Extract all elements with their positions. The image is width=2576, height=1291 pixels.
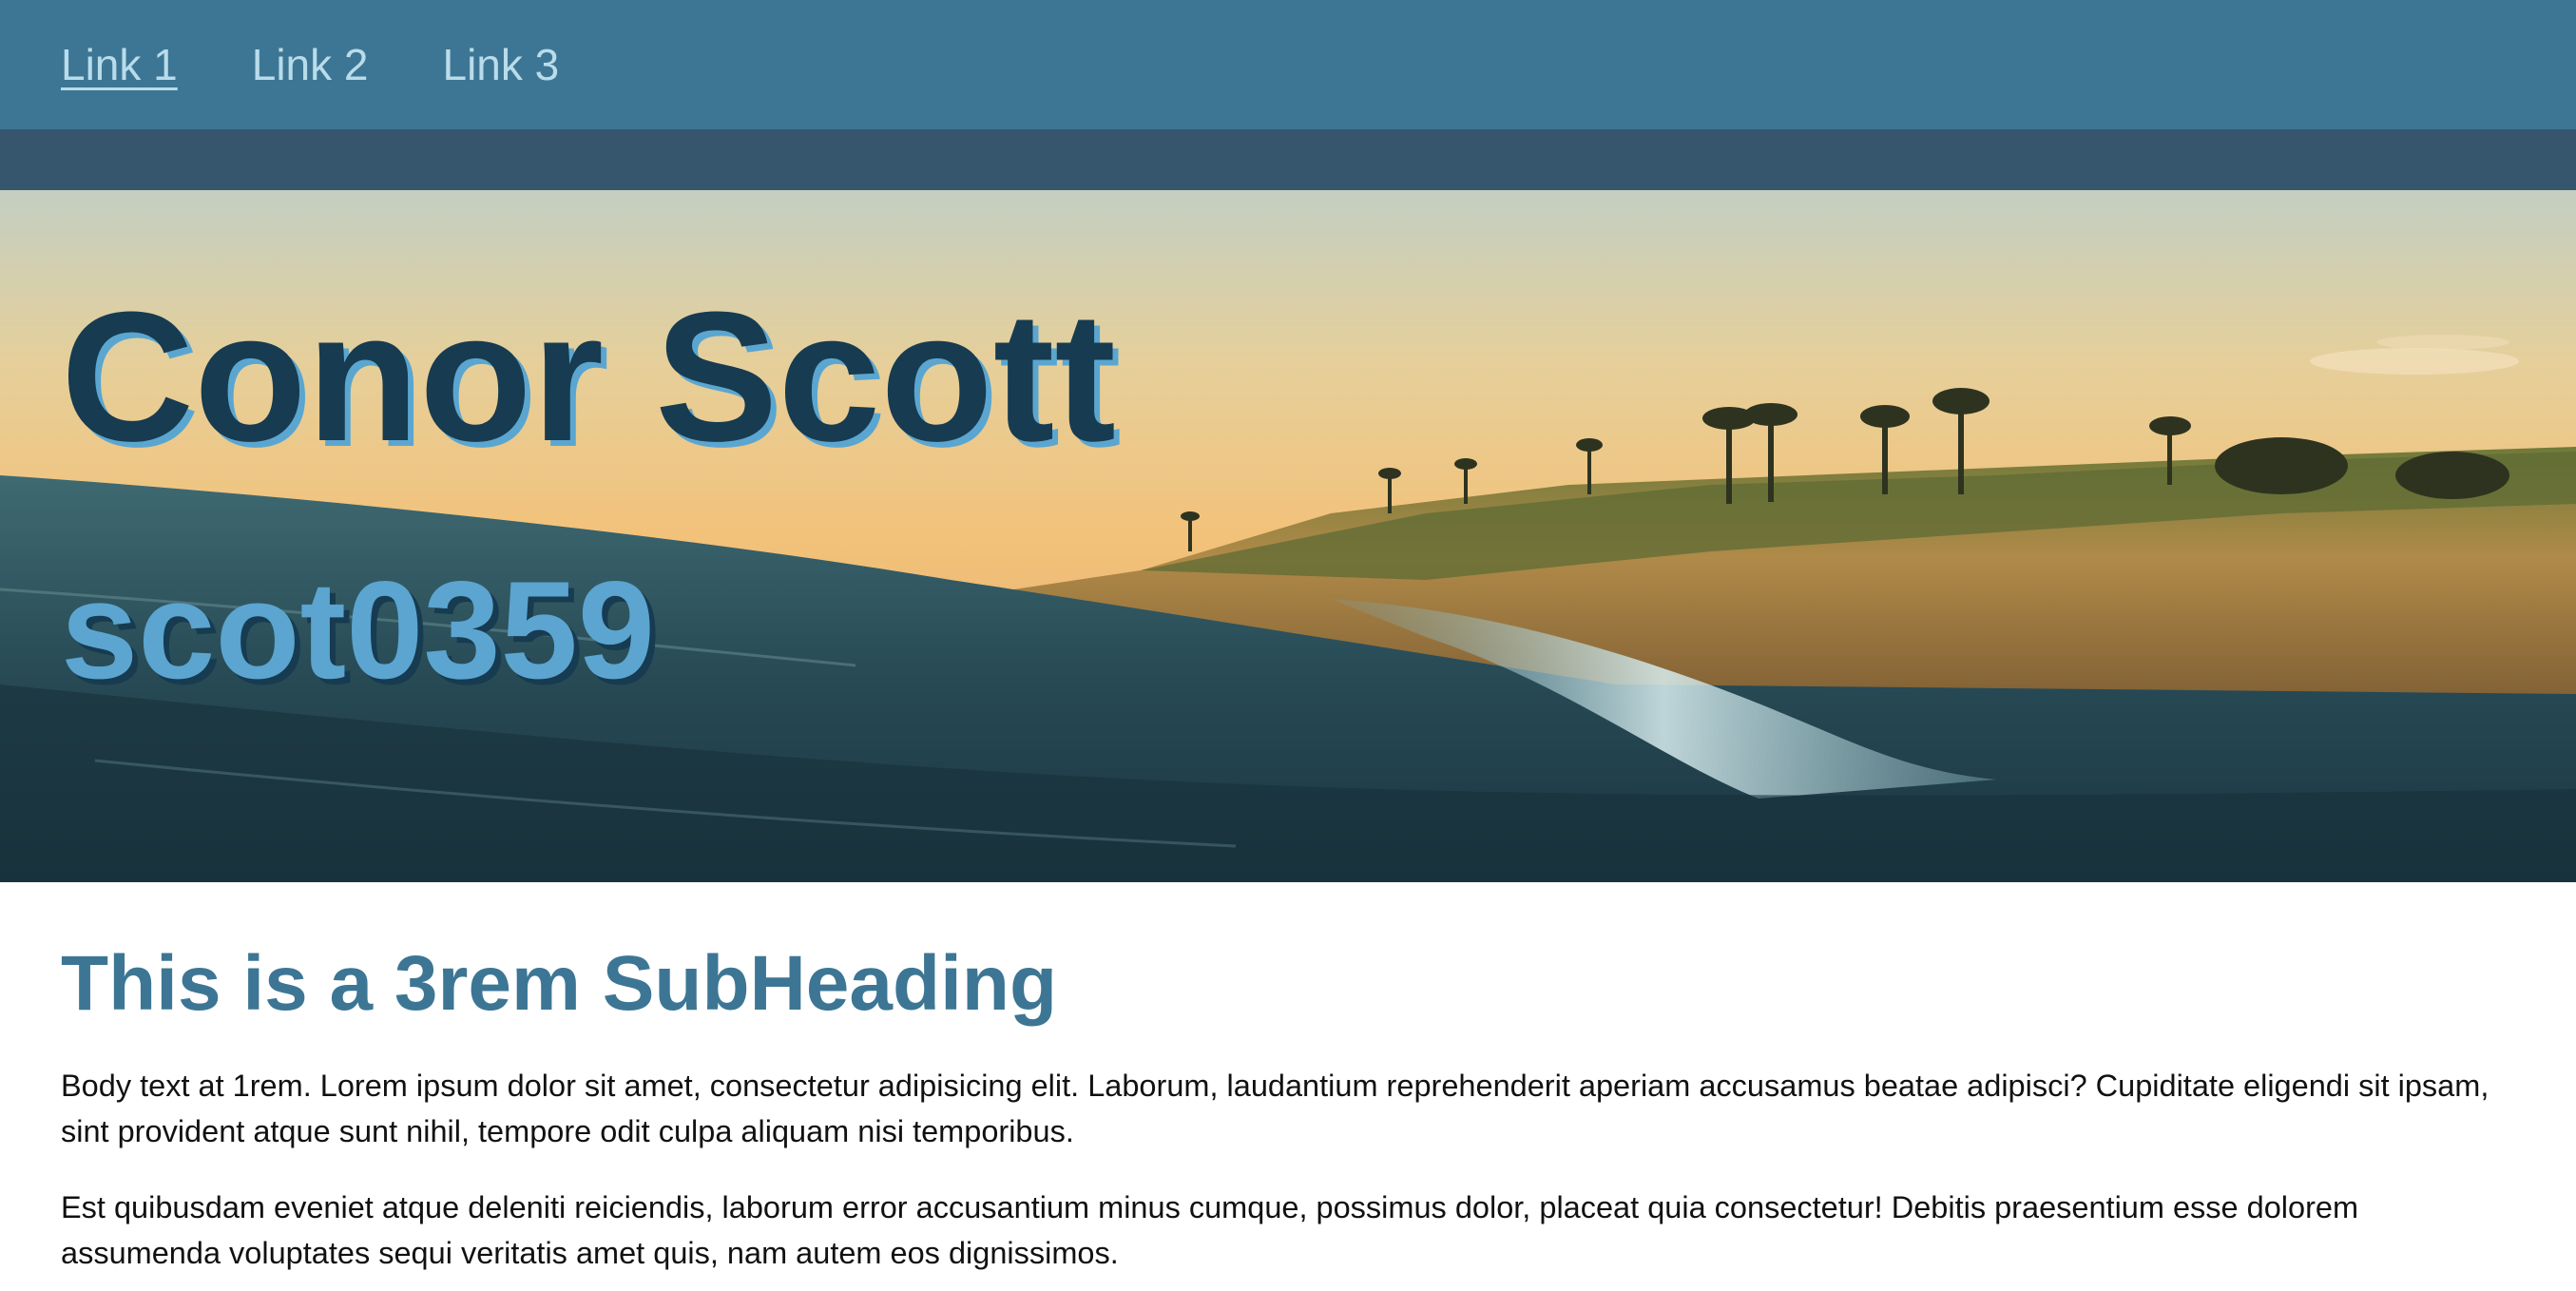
hero-subtitle: scot0359 bbox=[61, 552, 655, 707]
page-subheading: This is a 3rem SubHeading bbox=[61, 940, 1058, 1027]
hero-title: Conor Scott bbox=[61, 274, 1117, 480]
body-paragraph-2: Est quibusdam eveniet atque deleniti rei… bbox=[61, 1190, 2359, 1271]
body-paragraph-1: Body text at 1rem. Lorem ipsum dolor sit… bbox=[61, 1069, 2489, 1149]
nav-link-3[interactable]: Link 3 bbox=[443, 43, 560, 87]
main-content: This is a 3rem SubHeading Body text at 1… bbox=[61, 882, 2515, 1276]
nav-link-2[interactable]: Link 2 bbox=[252, 43, 369, 87]
top-navigation: Link 1 Link 2 Link 3 bbox=[0, 0, 2576, 129]
secondary-bar bbox=[0, 129, 2576, 190]
nav-link-1[interactable]: Link 1 bbox=[61, 43, 178, 87]
hero-banner: Conor Scott scot0359 bbox=[0, 190, 2576, 882]
